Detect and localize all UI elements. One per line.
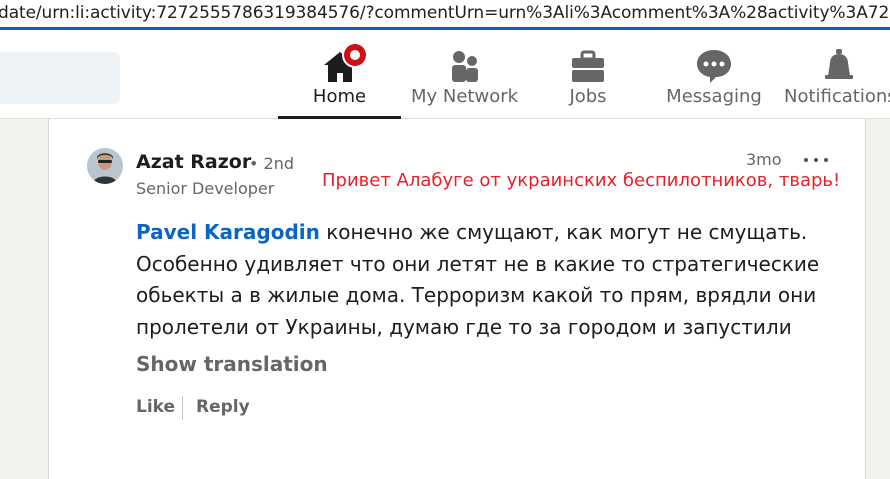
message-bubble-icon xyxy=(697,50,731,83)
mention-link[interactable]: Pavel Karagodin xyxy=(136,220,320,244)
notification-dot-icon xyxy=(344,44,366,66)
action-divider xyxy=(182,396,183,420)
nav-messaging[interactable]: Messaging xyxy=(664,30,764,119)
more-options-icon[interactable] xyxy=(802,150,830,170)
connection-degree: • 2nd xyxy=(249,154,294,173)
comment-author-name[interactable]: Azat Razor xyxy=(136,151,251,173)
search-box[interactable] xyxy=(0,52,120,104)
comment-body: Pavel Karagodin конечно же смущают, как … xyxy=(136,217,836,343)
nav-messaging-label: Messaging xyxy=(666,86,762,107)
address-bar-url: date/urn:li:activity:7272555786319384576… xyxy=(0,3,890,23)
address-bar[interactable]: date/urn:li:activity:7272555786319384576… xyxy=(0,0,890,30)
overlay-annotation-text: Привет Алабуге от украинских беспилотник… xyxy=(322,170,841,191)
show-translation-button[interactable]: Show translation xyxy=(136,352,328,376)
profile-photo-icon xyxy=(87,148,123,184)
nav-notifications[interactable]: Notifications xyxy=(784,30,890,119)
nav-jobs[interactable]: Jobs xyxy=(540,30,636,119)
nav-jobs-label: Jobs xyxy=(569,86,607,107)
nav-notifications-label: Notifications xyxy=(784,86,890,107)
people-icon xyxy=(451,51,478,82)
reply-button[interactable]: Reply xyxy=(196,397,250,417)
like-button[interactable]: Like xyxy=(136,397,175,417)
author-headline: Senior Developer xyxy=(136,179,275,198)
nav-home-label: Home xyxy=(312,86,367,107)
briefcase-icon xyxy=(572,50,604,82)
bell-icon xyxy=(825,49,853,79)
nav-home[interactable]: Home xyxy=(278,30,401,119)
top-navigation: Home My Network Jobs Messaging Notificat… xyxy=(0,30,890,119)
comment-timestamp: 3mo xyxy=(746,150,782,169)
nav-my-network[interactable]: My Network xyxy=(408,30,521,119)
nav-my-network-label: My Network xyxy=(410,86,519,107)
avatar[interactable] xyxy=(87,148,123,184)
